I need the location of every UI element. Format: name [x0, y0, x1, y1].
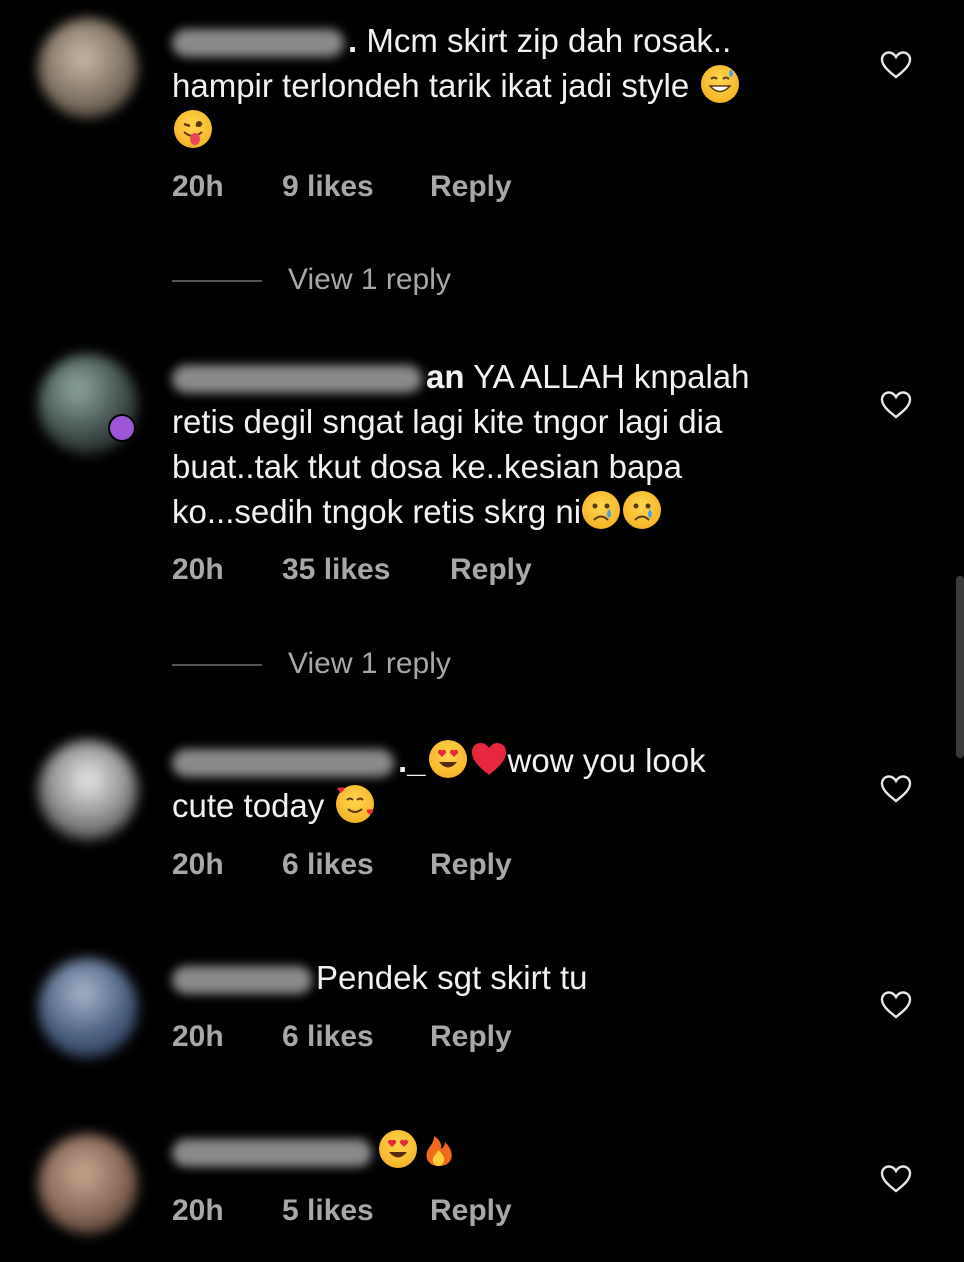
reply-button[interactable]: Reply [450, 553, 532, 587]
heart-outline-icon[interactable] [880, 774, 912, 804]
red-heart-emoji [470, 740, 508, 778]
comment-meta: 20h 5 likes Reply [172, 1194, 512, 1228]
reply-button[interactable]: Reply [430, 1020, 512, 1054]
comment-text: Pendek sgt skirt tu [172, 955, 842, 1000]
timestamp: 20h [172, 1194, 224, 1227]
heart-outline-icon[interactable] [880, 390, 912, 420]
story-ring-icon [108, 414, 136, 442]
comment-text: an YA ALLAH knpalah retis degil sngat la… [172, 358, 750, 530]
scrollbar[interactable] [956, 576, 964, 758]
heart-outline-icon[interactable] [880, 990, 912, 1020]
crying-face-emoji [582, 491, 621, 529]
timestamp: 20h [172, 1020, 224, 1053]
heart-outline-icon[interactable] [880, 1164, 912, 1194]
comment-meta: 20h 6 likes Reply [172, 848, 512, 882]
reply-button[interactable]: Reply [430, 1194, 512, 1228]
likes-count[interactable]: 6 likes [282, 1020, 430, 1054]
smiling-hearts-emoji [336, 785, 375, 823]
timestamp: 20h [172, 170, 224, 203]
comment-meta: 20h 35 likes Reply [172, 553, 532, 587]
reply-button[interactable]: Reply [430, 170, 512, 204]
heart-eyes-emoji [379, 1130, 417, 1168]
crying-face-emoji [623, 491, 662, 529]
likes-count[interactable]: 6 likes [282, 848, 430, 882]
winking-tongue-emoji [174, 110, 212, 148]
heart-outline-icon[interactable] [880, 50, 912, 80]
likes-count[interactable]: 5 likes [282, 1194, 430, 1228]
username-blurred[interactable] [172, 966, 312, 995]
comment-meta: 20h 6 likes Reply [172, 1020, 512, 1054]
likes-count[interactable]: 35 likes [282, 553, 450, 587]
comment-text: ._ wow you look cute today [172, 740, 706, 824]
avatar[interactable] [38, 1134, 138, 1234]
timestamp: 20h [172, 553, 224, 586]
avatar[interactable] [38, 958, 138, 1058]
comment-text [172, 1128, 842, 1173]
grinning-sweat-emoji [701, 65, 740, 103]
comment-meta: 20h 9 likes Reply [172, 170, 512, 204]
avatar[interactable] [38, 18, 138, 118]
likes-count[interactable]: 9 likes [282, 170, 430, 204]
username-blurred[interactable] [172, 365, 422, 394]
username-blurred[interactable] [172, 1139, 372, 1168]
fire-emoji [420, 1130, 458, 1168]
comment-text: . Mcm skirt zip dah rosak.. hampir terlo… [172, 18, 842, 153]
username-blurred[interactable] [172, 749, 394, 778]
divider [172, 664, 262, 667]
divider [172, 280, 262, 283]
view-replies-button[interactable]: View 1 reply [172, 263, 451, 297]
timestamp: 20h [172, 848, 224, 881]
reply-button[interactable]: Reply [430, 848, 512, 882]
avatar[interactable] [38, 740, 138, 840]
username-blurred[interactable] [172, 29, 344, 58]
heart-eyes-emoji [428, 740, 467, 778]
view-replies-button[interactable]: View 1 reply [172, 647, 451, 681]
